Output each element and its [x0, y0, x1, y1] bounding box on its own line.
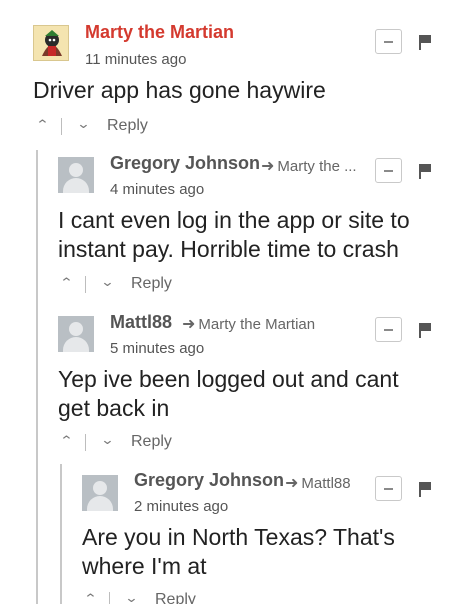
reply-to-label[interactable]: ➜ Mattl88: [285, 473, 351, 493]
chevron-down-icon[interactable]: ⌄: [100, 274, 114, 290]
flag-icon[interactable]: [418, 482, 432, 498]
vote-divider: [61, 118, 62, 135]
chevron-down-icon[interactable]: ⌄: [76, 116, 90, 132]
avatar[interactable]: [33, 25, 69, 61]
reply-arrow-icon: ➜: [285, 475, 299, 492]
comment-text-line: I cant even log in the app or site to: [58, 207, 410, 233]
comment-text-line: instant pay. Horrible time to crash: [58, 236, 399, 262]
comment-timestamp[interactable]: 4 minutes ago: [110, 181, 204, 198]
vote-divider: [85, 276, 86, 293]
reply-link[interactable]: Reply: [131, 275, 172, 293]
reply-link[interactable]: Reply: [107, 117, 148, 135]
collapse-button[interactable]: [375, 158, 402, 183]
reply-to-label[interactable]: ➜ Marty the Martian: [182, 314, 315, 334]
comment-text-line: Are you in North Texas? That's: [82, 524, 395, 550]
chevron-up-icon[interactable]: ⌃: [35, 117, 49, 133]
thread-line-level-1: [36, 150, 38, 604]
reply-to-user[interactable]: Mattl88: [301, 475, 350, 492]
reply-to-user[interactable]: Marty the Martian: [198, 316, 315, 333]
marvin-avatar-icon: [34, 26, 68, 60]
comment-timestamp[interactable]: 5 minutes ago: [110, 340, 204, 357]
avatar[interactable]: [82, 475, 118, 511]
collapse-button[interactable]: [375, 476, 402, 501]
comment-timestamp[interactable]: 2 minutes ago: [134, 498, 228, 515]
collapse-button[interactable]: [375, 317, 402, 342]
comment-text-line: where I'm at: [82, 553, 207, 579]
collapse-button[interactable]: [375, 29, 402, 54]
chevron-up-icon[interactable]: ⌃: [83, 591, 97, 604]
reply-to-label[interactable]: ➜ Marty the ...: [261, 156, 357, 176]
comment-author[interactable]: Gregory Johnson: [110, 153, 260, 174]
chevron-up-icon[interactable]: ⌃: [59, 433, 73, 449]
vote-divider: [85, 434, 86, 451]
reply-arrow-icon: ➜: [261, 158, 275, 175]
reply-link[interactable]: Reply: [155, 591, 196, 604]
comment-text-line: Yep ive been logged out and cant: [58, 366, 399, 392]
comment-author[interactable]: Mattl88: [110, 312, 172, 333]
comment-timestamp[interactable]: 11 minutes ago: [85, 51, 186, 68]
flag-icon[interactable]: [418, 35, 432, 51]
reply-link[interactable]: Reply: [131, 433, 172, 451]
comment-author[interactable]: Marty the Martian: [85, 22, 234, 43]
avatar[interactable]: [58, 316, 94, 352]
chevron-down-icon[interactable]: ⌄: [124, 590, 138, 604]
chevron-up-icon[interactable]: ⌃: [59, 275, 73, 291]
reply-to-user[interactable]: Marty the ...: [277, 158, 356, 175]
thread-line-level-2: [60, 464, 62, 604]
reply-arrow-icon: ➜: [182, 316, 196, 333]
flag-icon[interactable]: [418, 164, 432, 180]
vote-divider: [109, 592, 110, 604]
comment-author[interactable]: Gregory Johnson: [134, 470, 284, 491]
comment-text-line: get back in: [58, 395, 170, 421]
avatar[interactable]: [58, 157, 94, 193]
flag-icon[interactable]: [418, 323, 432, 339]
comment-text: Driver app has gone haywire: [33, 77, 326, 103]
chevron-down-icon[interactable]: ⌄: [100, 432, 114, 448]
